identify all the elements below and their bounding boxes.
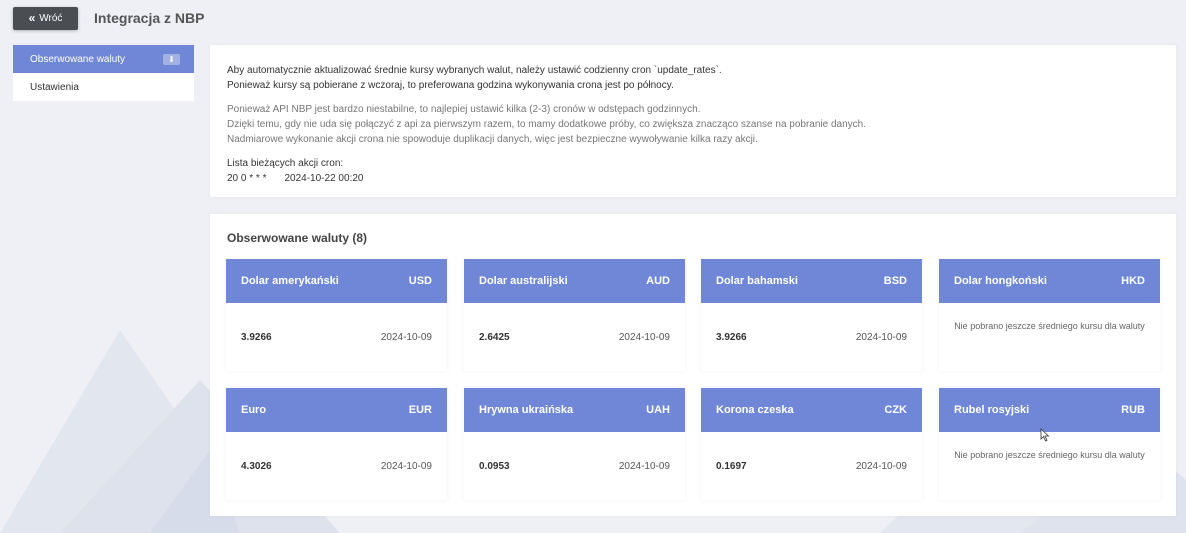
currency-card-header: Korona czeska CZK [701, 388, 922, 432]
info-text: Ponieważ kursy są pobierane z wczoraj, t… [227, 80, 674, 91]
currency-rate: 3.9266 [716, 331, 747, 343]
currency-card-header: Rubel rosyjski RUB [939, 388, 1160, 432]
sidebar-item-settings[interactable]: Ustawienia [13, 73, 194, 101]
currencies-title: Obserwowane waluty (8) [227, 231, 368, 245]
currency-rate: 4.3026 [241, 460, 272, 472]
currency-code: HKD [1121, 275, 1145, 287]
sidebar: Obserwowane waluty ⬇ Ustawienia [13, 45, 194, 101]
double-chevron-left-icon: « [28, 10, 36, 25]
currency-card-header: Dolar hongkoński HKD [939, 259, 1160, 303]
currency-card-header: Euro EUR [226, 388, 447, 432]
info-text: Dzięki temu, gdy nie uda się połączyć z … [227, 119, 867, 130]
currency-card-aud[interactable]: Dolar australijski AUD 2.6425 2024-10-09 [464, 259, 685, 371]
currency-card-rub[interactable]: Rubel rosyjski RUB Nie pobrano jeszcze ś… [939, 388, 1160, 500]
currency-rate: 2.6425 [479, 331, 510, 343]
currency-code: UAH [646, 404, 670, 416]
cron-list: Lista bieżących akcji cron: 20 0 * * * 2… [227, 156, 1159, 186]
currency-code: RUB [1121, 404, 1145, 416]
sidebar-item-watched-currencies[interactable]: Obserwowane waluty ⬇ [13, 45, 194, 73]
currency-code: USD [408, 275, 432, 287]
currency-card-body: 0.1697 2024-10-09 [701, 432, 922, 500]
currency-card-body: 2.6425 2024-10-09 [464, 303, 685, 371]
currency-code: BSD [883, 275, 907, 287]
currency-code: CZK [884, 404, 907, 416]
currency-rate: 0.0953 [479, 460, 510, 472]
currency-rate: 0.1697 [716, 460, 747, 472]
currency-card-body: 4.3026 2024-10-09 [226, 432, 447, 500]
currency-card-body: Nie pobrano jeszcze średniego kursu dla … [939, 432, 1160, 500]
currency-name: Rubel rosyjski [954, 404, 1030, 416]
download-icon: ⬇ [163, 53, 180, 65]
cron-expression: 20 0 * * * [227, 173, 267, 184]
currency-card-header: Hrywna ukraińska UAH [464, 388, 685, 432]
back-button[interactable]: « Wróć [13, 7, 78, 30]
currency-rate-date: 2024-10-09 [618, 460, 670, 472]
currency-code: AUD [646, 275, 670, 287]
back-button-label: Wróć [39, 13, 63, 24]
currency-card-header: Dolar australijski AUD [464, 259, 685, 303]
currency-name: Dolar australijski [479, 275, 568, 287]
currency-card-czk[interactable]: Korona czeska CZK 0.1697 2024-10-09 [701, 388, 922, 500]
sidebar-item-label: Ustawienia [30, 81, 79, 93]
page-title: Integracja z NBP [94, 10, 205, 26]
info-panel: Aby automatycznie aktualizować średnie k… [210, 45, 1176, 197]
currency-name: Korona czeska [716, 404, 794, 416]
info-notes: Ponieważ API NBP jest bardzo niestabilne… [227, 102, 1159, 147]
info-text: Ponieważ API NBP jest bardzo niestabilne… [227, 104, 701, 115]
currency-card-body: 3.9266 2024-10-09 [226, 303, 447, 371]
top-bar: « Wróć Integracja z NBP [0, 0, 1186, 38]
no-rate-message: Nie pobrano jeszcze średniego kursu dla … [954, 321, 1145, 331]
currency-rate-date: 2024-10-09 [380, 460, 432, 472]
currency-name: Dolar amerykański [241, 275, 339, 287]
currency-card-body: Nie pobrano jeszcze średniego kursu dla … [939, 303, 1160, 371]
info-text: Aby automatycznie aktualizować średnie k… [227, 65, 722, 76]
currency-card-header: Dolar amerykański USD [226, 259, 447, 303]
currency-card-header: Dolar bahamski BSD [701, 259, 922, 303]
info-intro: Aby automatycznie aktualizować średnie k… [227, 63, 1159, 93]
cron-next-run: 2024-10-22 00:20 [284, 173, 364, 184]
mouse-cursor-icon [1040, 428, 1050, 442]
currencies-panel: Obserwowane waluty (8) Dolar amerykański… [210, 214, 1176, 516]
currency-rate: 3.9266 [241, 331, 272, 343]
currency-name: Dolar hongkoński [954, 275, 1047, 287]
cron-list-label: Lista bieżących akcji cron: [227, 158, 344, 169]
currency-code: EUR [408, 404, 432, 416]
currency-name: Hrywna ukraińska [479, 404, 574, 416]
currency-rate-date: 2024-10-09 [618, 331, 670, 343]
currency-card-usd[interactable]: Dolar amerykański USD 3.9266 2024-10-09 [226, 259, 447, 371]
currency-card-eur[interactable]: Euro EUR 4.3026 2024-10-09 [226, 388, 447, 500]
currency-rate-date: 2024-10-09 [380, 331, 432, 343]
cron-entry: 20 0 * * * 2024-10-22 00:20 [227, 171, 1159, 186]
currency-card-uah[interactable]: Hrywna ukraińska UAH 0.0953 2024-10-09 [464, 388, 685, 500]
currency-card-bsd[interactable]: Dolar bahamski BSD 3.9266 2024-10-09 [701, 259, 922, 371]
currency-card-hkd[interactable]: Dolar hongkoński HKD Nie pobrano jeszcze… [939, 259, 1160, 371]
currency-card-body: 3.9266 2024-10-09 [701, 303, 922, 371]
currency-name: Euro [241, 404, 267, 416]
currency-rate-date: 2024-10-09 [855, 331, 907, 343]
info-text: Nadmiarowe wykonanie akcji crona nie spo… [227, 134, 758, 145]
currency-rate-date: 2024-10-09 [855, 460, 907, 472]
currency-card-body: 0.0953 2024-10-09 [464, 432, 685, 500]
no-rate-message: Nie pobrano jeszcze średniego kursu dla … [954, 450, 1145, 460]
sidebar-item-label: Obserwowane waluty [30, 53, 126, 65]
currency-name: Dolar bahamski [716, 275, 798, 287]
